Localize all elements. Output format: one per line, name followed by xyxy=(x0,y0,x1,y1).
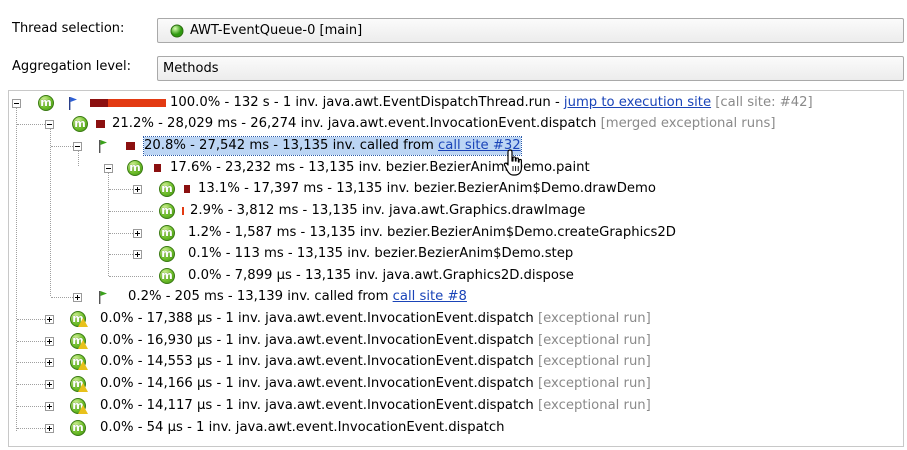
tree-row[interactable]: m 21.2% - 28,029 ms - 26,274 inv. java.a… xyxy=(0,114,907,135)
hand-cursor-icon xyxy=(503,149,522,176)
tree-row[interactable]: m 0.0% - 16,930 µs - 1 inv. java.awt.eve… xyxy=(0,331,907,352)
call-site-8-link[interactable]: call site #8 xyxy=(393,289,467,304)
green-circle-icon xyxy=(170,23,184,42)
tree-guide xyxy=(17,341,45,342)
warning-icon xyxy=(78,318,88,327)
tree-guide xyxy=(109,276,153,277)
expand-toggle[interactable] xyxy=(133,229,142,238)
expand-toggle[interactable] xyxy=(45,380,54,389)
time-bar xyxy=(154,164,161,172)
method-icon: m xyxy=(72,116,88,132)
collapse-toggle[interactable] xyxy=(73,142,82,151)
warning-icon xyxy=(78,383,88,392)
tree-guide xyxy=(17,319,45,320)
collapse-toggle[interactable] xyxy=(104,164,113,173)
row-text: 0.0% - 14,117 µs - 1 inv. java.awt.event… xyxy=(100,398,651,413)
method-icon: m xyxy=(70,420,86,436)
method-icon: m xyxy=(127,160,143,176)
row-text: 20.8% - 27,542 ms - 13,135 inv. called f… xyxy=(143,136,522,156)
thread-selection-dropdown[interactable]: AWT-EventQueue-0 [main] xyxy=(157,18,904,43)
aggregation-level-dropdown[interactable]: Methods xyxy=(157,56,904,81)
expand-toggle[interactable] xyxy=(45,402,54,411)
expand-toggle[interactable] xyxy=(133,185,142,194)
time-bar xyxy=(90,99,108,107)
expand-toggle[interactable] xyxy=(45,337,54,346)
tree-guide xyxy=(109,189,133,190)
tree-row[interactable]: m 0.0% - 14,117 µs - 1 inv. java.awt.eve… xyxy=(0,396,907,417)
method-icon: m xyxy=(159,246,175,262)
tree-row[interactable]: m 17.6% - 23,232 ms - 13,135 inv. bezier… xyxy=(0,158,907,179)
tree-guide xyxy=(17,384,45,385)
tree-row[interactable]: m 0.0% - 14,553 µs - 1 inv. java.awt.eve… xyxy=(0,352,907,373)
aggregation-level-row: Aggregation level: Methods xyxy=(0,54,907,84)
tree-guide xyxy=(17,428,45,429)
row-text: 0.0% - 54 µs - 1 inv. java.awt.event.Inv… xyxy=(100,420,505,435)
method-icon: m xyxy=(159,181,175,197)
thread-selection-row: Thread selection: AWT-EventQueue-0 [main… xyxy=(0,16,907,46)
time-bar xyxy=(108,99,166,107)
thread-selection-label: Thread selection: xyxy=(12,21,125,36)
row-text: 0.0% - 17,388 µs - 1 inv. java.awt.event… xyxy=(100,311,651,326)
row-text: 0.1% - 113 ms - 13,135 inv. bezier.Bezie… xyxy=(188,246,574,261)
warning-icon xyxy=(78,405,88,414)
expand-toggle[interactable] xyxy=(133,250,142,259)
green-flag-icon xyxy=(99,140,107,153)
aggregation-level-label: Aggregation level: xyxy=(12,59,131,74)
tree-row[interactable]: m 0.0% - 17,388 µs - 1 inv. java.awt.eve… xyxy=(0,309,907,330)
row-text: 0.0% - 14,166 µs - 1 inv. java.awt.event… xyxy=(100,376,651,391)
warning-icon xyxy=(78,361,88,370)
tree-guide xyxy=(17,362,45,363)
tree-guide xyxy=(109,233,133,234)
tree-guide xyxy=(17,406,45,407)
jump-to-execution-site-link[interactable]: jump to execution site xyxy=(564,95,711,110)
tree-guide xyxy=(109,211,153,212)
tree-row[interactable]: m 100.0% - 132 s - 1 inv. java.awt.Event… xyxy=(0,93,907,114)
tree-row[interactable]: m 0.0% - 54 µs - 1 inv. java.awt.event.I… xyxy=(0,418,907,439)
tree-guide xyxy=(51,146,73,147)
thread-selection-value: AWT-EventQueue-0 [main] xyxy=(190,23,363,38)
time-bar xyxy=(182,207,184,215)
row-text: 21.2% - 28,029 ms - 26,274 inv. java.awt… xyxy=(112,116,776,131)
green-flag-icon xyxy=(99,291,107,304)
row-text: 0.0% - 7,899 µs - 13,135 inv. java.awt.G… xyxy=(188,268,574,283)
expand-toggle[interactable] xyxy=(45,358,54,367)
method-icon: m xyxy=(159,225,175,241)
tree-guide xyxy=(51,297,73,298)
method-icon: m xyxy=(159,203,175,219)
row-text: 0.0% - 16,930 µs - 1 inv. java.awt.event… xyxy=(100,333,651,348)
tree-row[interactable]: 0.2% - 205 ms - 13,139 inv. called from … xyxy=(0,287,907,308)
time-bar xyxy=(126,142,135,150)
row-text: 2.9% - 3,812 ms - 13,135 inv. java.awt.G… xyxy=(190,203,586,218)
tree-row[interactable]: m 2.9% - 3,812 ms - 13,135 inv. java.awt… xyxy=(0,201,907,222)
tree-guide xyxy=(17,124,45,125)
row-text: 1.2% - 1,587 ms - 13,135 inv. bezier.Bez… xyxy=(188,225,676,240)
expand-toggle[interactable] xyxy=(45,315,54,324)
tree-row[interactable]: 20.8% - 27,542 ms - 13,135 inv. called f… xyxy=(0,136,907,157)
row-text: 100.0% - 132 s - 1 inv. java.awt.EventDi… xyxy=(170,95,813,110)
tree-row[interactable]: m 0.0% - 7,899 µs - 13,135 inv. java.awt… xyxy=(0,266,907,287)
tree-guide xyxy=(109,254,133,255)
expand-toggle[interactable] xyxy=(73,293,82,302)
aggregation-level-value: Methods xyxy=(163,61,219,76)
tree-row[interactable]: m 0.0% - 14,166 µs - 1 inv. java.awt.eve… xyxy=(0,374,907,395)
collapse-toggle[interactable] xyxy=(12,99,21,108)
row-text: 0.2% - 205 ms - 13,139 inv. called from … xyxy=(128,289,467,304)
row-text: 13.1% - 17,397 ms - 13,135 inv. bezier.B… xyxy=(198,181,656,196)
method-icon: m xyxy=(38,95,54,111)
tree-row[interactable]: m 1.2% - 1,587 ms - 13,135 inv. bezier.B… xyxy=(0,223,907,244)
time-bar xyxy=(96,120,105,128)
row-text: 0.0% - 14,553 µs - 1 inv. java.awt.event… xyxy=(100,354,651,369)
expand-toggle[interactable] xyxy=(45,424,54,433)
warning-icon xyxy=(78,340,88,349)
tree-row[interactable]: m 13.1% - 17,397 ms - 13,135 inv. bezier… xyxy=(0,179,907,200)
blue-flag-icon xyxy=(69,97,77,110)
tree-row[interactable]: m 0.1% - 113 ms - 13,135 inv. bezier.Bez… xyxy=(0,244,907,265)
method-icon: m xyxy=(159,268,175,284)
collapse-toggle[interactable] xyxy=(45,120,54,129)
time-bar xyxy=(184,185,190,193)
